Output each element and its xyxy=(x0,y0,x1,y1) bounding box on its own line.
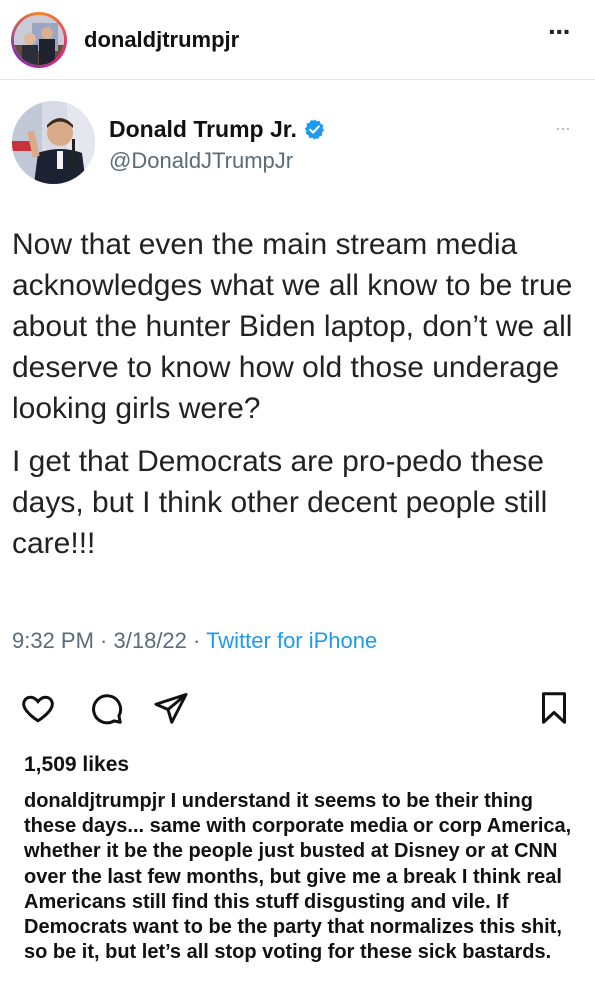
tweet-source: Twitter for iPhone xyxy=(206,628,378,653)
send-icon[interactable] xyxy=(153,690,189,726)
post-caption: donaldjtrumpjr I understand it seems to … xyxy=(24,789,584,965)
tweet-display-name: Donald Trump Jr. xyxy=(109,116,326,143)
tweet-meta: 9:32 PM · 3/18/22 · Twitter for iPhone xyxy=(12,628,377,654)
tweet-paragraph: Now that even the main stream media ackn… xyxy=(12,228,573,425)
heart-icon[interactable] xyxy=(20,690,56,726)
tweet-body: Now that even the main stream media ackn… xyxy=(12,224,587,564)
caption-text: I understand it seems to be their thing … xyxy=(24,790,572,964)
profile-photo xyxy=(14,15,64,65)
tweet-more-icon: ··· xyxy=(555,118,571,138)
display-name-text: Donald Trump Jr. xyxy=(109,116,297,142)
comment-icon[interactable] xyxy=(88,690,124,726)
meta-separator: · xyxy=(93,628,114,653)
header-username[interactable]: donaldjtrumpjr xyxy=(84,27,239,53)
caption-username[interactable]: donaldjtrumpjr xyxy=(24,790,165,812)
profile-avatar[interactable] xyxy=(11,12,67,68)
tweet-handle: @DonaldJTrumpJr xyxy=(109,148,294,173)
more-horizontal-icon[interactable]: ··· xyxy=(548,18,572,46)
meta-separator: · xyxy=(186,628,207,653)
tweet-time: 9:32 PM xyxy=(12,628,94,653)
tweet-paragraph: I get that Democrats are pro-pedo these … xyxy=(12,445,548,560)
post-actions xyxy=(0,690,595,740)
tweet-avatar-photo xyxy=(12,101,95,184)
verified-badge-icon xyxy=(304,119,324,140)
post-header: donaldjtrumpjr ··· xyxy=(0,0,595,80)
tweet-date: 3/18/22 xyxy=(113,628,187,653)
bookmark-icon[interactable] xyxy=(536,690,572,726)
likes-count[interactable]: 1,509 likes xyxy=(24,753,129,777)
tweet-avatar xyxy=(12,101,95,184)
